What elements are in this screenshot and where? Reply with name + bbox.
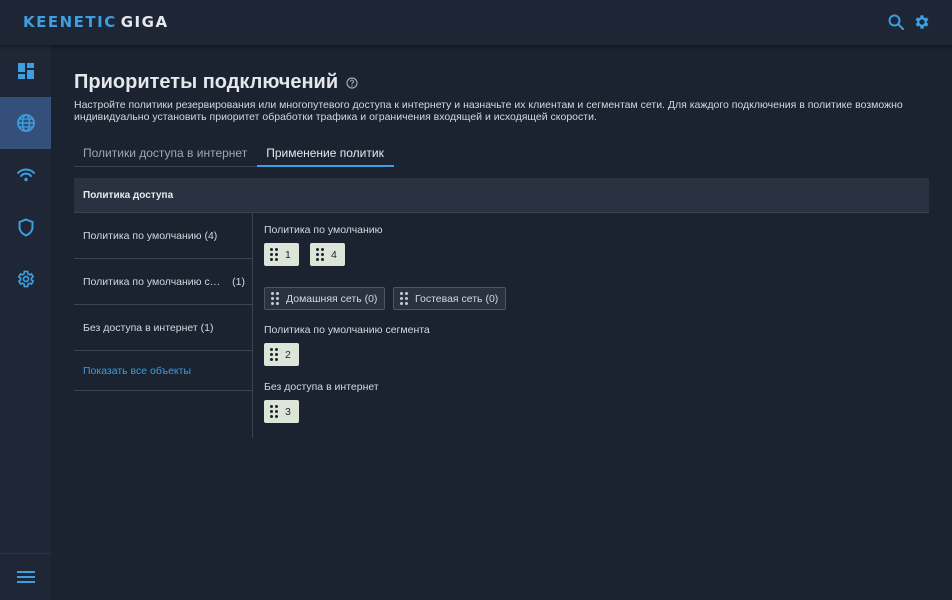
policy-list: Политика по умолчанию (4) Политика по ум…	[74, 213, 253, 391]
policy-item-no-internet[interactable]: Без доступа в интернет (1)	[74, 305, 253, 351]
segment-chip-guest[interactable]: Гостевая сеть (0)	[393, 287, 507, 310]
client-chip[interactable]: 4	[310, 243, 345, 266]
sidebar-item-wifi[interactable]	[0, 149, 51, 201]
policy-item-label: Политика по умолчанию сег…	[83, 276, 223, 288]
table-header: Политика доступа	[74, 178, 929, 213]
client-chip[interactable]: 1	[264, 243, 299, 266]
sidebar-item-dashboard[interactable]	[0, 45, 51, 97]
hamburger-icon	[16, 571, 35, 583]
policy-item-default-segment[interactable]: Политика по умолчанию сег… (1)	[74, 259, 253, 305]
gear-icon	[17, 270, 34, 288]
column-divider	[252, 213, 253, 438]
tab-access-policies[interactable]: Политики доступа в интернет	[74, 142, 258, 167]
segment-chip-label: Гостевая сеть (0)	[415, 292, 499, 305]
top-bar: KEENETIC GIGA	[0, 0, 952, 45]
drag-handle-icon	[271, 292, 279, 305]
client-chip-label: 1	[285, 248, 291, 261]
search-icon[interactable]	[887, 13, 905, 31]
drag-handle-icon	[316, 248, 324, 261]
show-all-link[interactable]: Показать все объекты	[83, 365, 191, 377]
sidebar	[0, 45, 51, 600]
wifi-icon	[16, 168, 35, 182]
group-label-default: Политика по умолчанию	[264, 224, 383, 236]
brand-model: GIGA	[120, 13, 169, 31]
policy-item-count: (1)	[232, 276, 245, 288]
tab-bar: Политики доступа в интернет Применение п…	[74, 142, 394, 167]
drag-handle-icon	[400, 292, 408, 305]
drag-handle-icon	[270, 405, 278, 418]
main-content: Приоритеты подключений Настройте политик…	[51, 45, 952, 600]
brand-logo[interactable]: KEENETIC GIGA	[23, 13, 169, 31]
drag-handle-icon	[270, 348, 278, 361]
gear-icon[interactable]	[913, 13, 931, 31]
client-chip-label: 2	[285, 348, 291, 361]
client-chip-label: 4	[331, 248, 337, 261]
help-icon[interactable]	[346, 76, 358, 89]
group-label-no-internet: Без доступа в интернет	[264, 381, 379, 393]
policy-item-label: Без доступа в интернет (1)	[83, 322, 214, 334]
sidebar-item-settings[interactable]	[0, 253, 51, 305]
tab-apply-policies[interactable]: Применение политик	[257, 142, 394, 167]
globe-icon	[16, 114, 35, 132]
client-chip-label: 3	[285, 405, 291, 418]
segment-chip-home[interactable]: Домашняя сеть (0)	[264, 287, 386, 310]
page-title: Приоритеты подключений	[74, 71, 339, 93]
client-chip[interactable]: 2	[264, 343, 299, 366]
segment-chip-label: Домашняя сеть (0)	[286, 292, 378, 305]
sidebar-item-security[interactable]	[0, 201, 51, 253]
table-header-label: Политика доступа	[83, 190, 174, 201]
policy-item-default[interactable]: Политика по умолчанию (4)	[74, 213, 253, 259]
show-all-row: Показать все объекты	[74, 351, 253, 391]
page-description: Настройте политики резервирования или мн…	[74, 99, 903, 123]
dashboard-icon	[17, 63, 34, 79]
sidebar-menu-button[interactable]	[0, 554, 51, 600]
group-label-default-segment: Политика по умолчанию сегмента	[264, 324, 430, 336]
client-chip[interactable]: 3	[264, 400, 299, 423]
drag-handle-icon	[270, 248, 278, 261]
sidebar-item-internet[interactable]	[0, 97, 51, 149]
policy-item-label: Политика по умолчанию (4)	[83, 230, 218, 242]
brand-name: KEENETIC	[23, 13, 117, 31]
title-row: Приоритеты подключений	[74, 71, 358, 94]
shield-icon	[18, 217, 33, 237]
